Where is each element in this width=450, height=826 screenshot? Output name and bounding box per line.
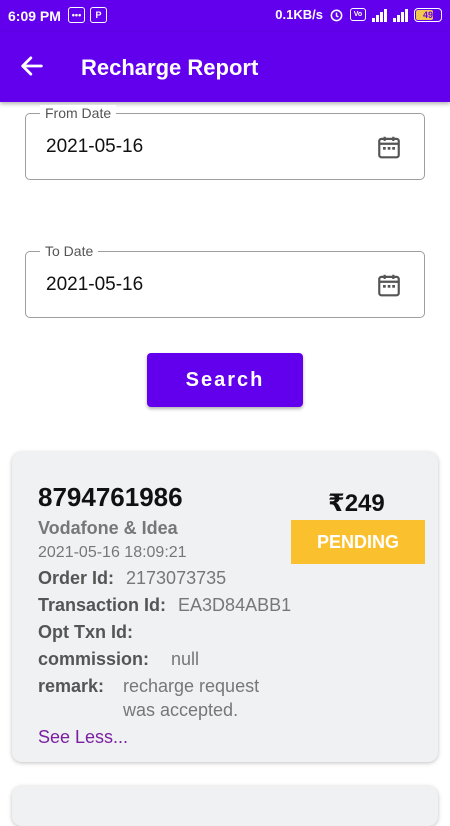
- app-notification-icon: P: [90, 7, 107, 23]
- calendar-icon[interactable]: [376, 134, 402, 160]
- transaction-datetime: 2021-05-16 18:09:21: [38, 544, 187, 561]
- transaction-id-value: EA3D84ABB1: [178, 595, 292, 615]
- calendar-icon[interactable]: [376, 272, 402, 298]
- status-bar: 6:09 PM ••• P 0.1KB/s Vo 49: [0, 0, 450, 32]
- next-transaction-card[interactable]: [12, 786, 438, 826]
- page-title: Recharge Report: [81, 55, 259, 80]
- search-button[interactable]: Search: [147, 353, 303, 407]
- order-id-row: Order Id: 2173073735: [38, 568, 227, 588]
- from-date-label: From Date: [40, 105, 117, 121]
- commission-row: commission: null: [38, 649, 200, 669]
- to-date-field[interactable]: To Date 2021-05-16: [25, 243, 425, 318]
- mobile-number: 8794761986: [38, 482, 183, 512]
- message-icon: •••: [68, 7, 85, 23]
- signal-icon: [393, 8, 408, 22]
- commission-value: null: [171, 649, 200, 669]
- order-id-value: 2173073735: [126, 568, 227, 588]
- network-speed: 0.1KB/s: [275, 7, 323, 22]
- operator-name: Vodafone & Idea: [38, 518, 178, 538]
- from-date-value: 2021-05-16: [46, 136, 144, 157]
- app-bar: Recharge Report: [0, 32, 450, 102]
- recharge-amount: ₹249: [328, 490, 385, 517]
- status-time: 6:09 PM: [8, 8, 61, 24]
- remark-value: recharge request was accepted.: [123, 676, 260, 720]
- arrow-left-icon[interactable]: [18, 52, 46, 80]
- to-date-value: 2021-05-16: [46, 274, 144, 295]
- battery-icon: 49: [414, 7, 442, 22]
- volte-icon: Vo: [350, 8, 366, 21]
- signal-4g-icon: [372, 8, 387, 22]
- see-less-link[interactable]: See Less...: [38, 727, 128, 748]
- alarm-icon: [330, 9, 343, 22]
- status-badge: PENDING: [291, 520, 425, 564]
- transaction-id-row: Transaction Id: EA3D84ABB1: [38, 595, 292, 615]
- from-date-field[interactable]: From Date 2021-05-16: [25, 105, 425, 180]
- opt-txn-id-row: Opt Txn Id:: [38, 622, 133, 642]
- transaction-card: 8794761986 ₹249 PENDING Vodafone & Idea …: [12, 452, 438, 762]
- to-date-label: To Date: [40, 243, 99, 259]
